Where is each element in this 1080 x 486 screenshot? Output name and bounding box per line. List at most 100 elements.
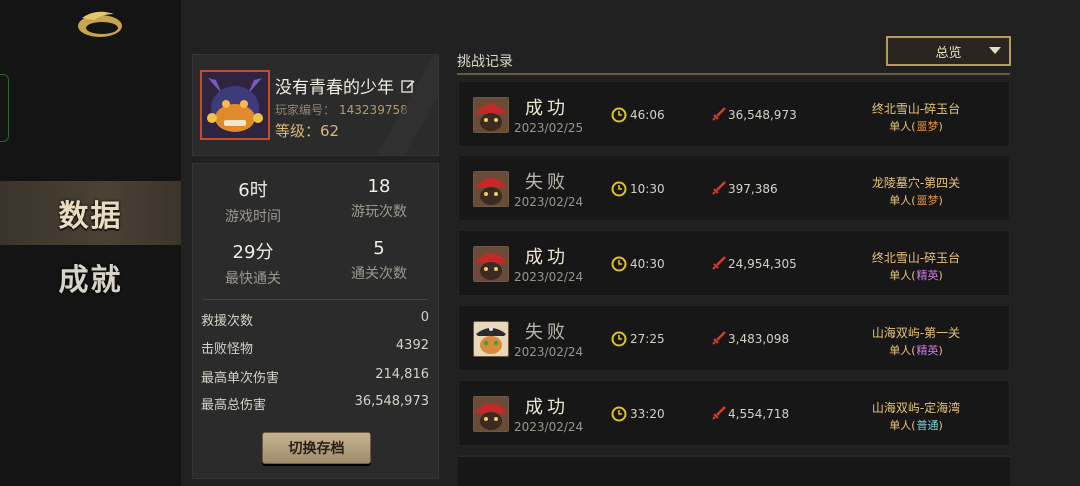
record-damage: 4,554,718: [728, 407, 790, 421]
stat-row-value: 0: [420, 310, 429, 325]
mode-label: 单人(: [889, 194, 916, 207]
record-row[interactable]: 失败 2023/02/24 27:25 3,483,098 山海双屿-第一关 单…: [458, 305, 1010, 371]
hero-portrait-icon: [474, 247, 508, 281]
mode-label: 单人(: [889, 269, 916, 282]
record-date: 2023/02/24: [514, 195, 584, 209]
record-time: 27:25: [630, 332, 665, 346]
record-row[interactable]: 成功 2023/02/24 33:20 4,554,718 山海双屿-定海湾 单…: [458, 380, 1010, 446]
hero-portrait-icon: [474, 172, 508, 206]
mode-label: 单人(: [889, 120, 916, 133]
clock-icon: [611, 256, 627, 272]
stat-row-label: 最高单次伤害: [201, 371, 280, 386]
record-date: 2023/02/24: [514, 420, 584, 434]
record-time: 40:30: [630, 257, 665, 271]
stat-label: 最快通关: [225, 271, 281, 287]
player-name: 没有青春的少年: [275, 78, 394, 98]
stat-play-count: 18 游玩次数: [319, 176, 439, 221]
record-mode: 单人(噩梦): [831, 118, 1001, 134]
record-time: 46:06: [630, 108, 665, 122]
divider: [203, 299, 428, 300]
sword-icon: [712, 256, 726, 270]
player-id: 玩家编号： 143239758: [275, 101, 408, 118]
record-mode: 单人(精英): [831, 267, 1001, 283]
side-drawer-handle[interactable]: [0, 74, 9, 142]
stat-fastest-clear: 29分 最快通关: [193, 238, 313, 288]
hero-portrait-icon: [474, 98, 508, 132]
difficulty-label: 普通: [916, 419, 939, 432]
record-date: 2023/02/25: [514, 121, 584, 135]
record-row[interactable]: 成功 2023/02/24 40:30 24,954,305 终北雪山-碎玉台 …: [458, 230, 1010, 296]
record-row[interactable]: 成功 2023/02/25 46:06 36,548,973 终北雪山-碎玉台 …: [458, 81, 1010, 147]
stat-row-rescues: 救援次数 0: [201, 310, 429, 329]
mode-label: 单人(: [889, 344, 916, 357]
record-row[interactable]: 失败 2023/02/24 10:30 397,386 龙陵墓穴-第四关 单人(…: [458, 155, 1010, 221]
record-mode: 单人(普通): [831, 417, 1001, 433]
hero-avatar: [473, 246, 509, 282]
record-stage: 终北雪山-碎玉台: [871, 102, 961, 116]
record-time: 33:20: [630, 407, 665, 421]
stat-row-label: 击败怪物: [201, 342, 254, 357]
records-title: 挑战记录: [457, 54, 513, 70]
stat-clear-count: 5 通关次数: [319, 238, 439, 283]
nav-tab-data[interactable]: 数据: [0, 181, 181, 245]
stat-value: 6时: [238, 180, 268, 201]
record-row-partial[interactable]: [458, 455, 1010, 486]
hero-portrait-icon: [474, 322, 508, 356]
sword-icon: [712, 331, 726, 345]
difficulty-label: 精英: [916, 344, 939, 357]
edit-name-icon[interactable]: [401, 79, 415, 93]
sword-icon: [712, 107, 726, 121]
switch-save-button[interactable]: 切换存档: [262, 432, 371, 464]
left-nav: 数据 成就: [0, 0, 181, 486]
hero-avatar: [473, 171, 509, 207]
mode-close: ): [938, 344, 943, 357]
player-avatar[interactable]: [200, 70, 270, 140]
filter-selected: 总览: [935, 45, 962, 61]
stats-card: 6时 游戏时间 18 游玩次数 29分 最快通关 5 通关次数 救援次数 0 击…: [192, 163, 439, 479]
record-stage: 龙陵墓穴-第四关: [871, 176, 961, 190]
hero-avatar: [473, 396, 509, 432]
game-data-screen: 数据 成就 没有青春的少年 玩家编号： 143239758 等级：62 6时 游…: [0, 0, 1080, 486]
difficulty-label: 噩梦: [916, 194, 939, 207]
record-date: 2023/02/24: [514, 345, 584, 359]
monster-portrait-icon: [202, 72, 268, 138]
difficulty-label: 精英: [916, 269, 939, 282]
record-result: 失败: [525, 322, 569, 343]
records-divider: [457, 73, 1010, 75]
record-result: 成功: [525, 98, 569, 119]
mode-label: 单人(: [889, 419, 916, 432]
record-time: 10:30: [630, 182, 665, 196]
mode-close: ): [938, 120, 943, 133]
record-mode: 单人(精英): [831, 342, 1001, 358]
clock-icon: [611, 181, 627, 197]
stat-row-value: 4392: [395, 338, 429, 353]
stat-label: 通关次数: [351, 266, 407, 282]
stat-row-value: 214,816: [375, 367, 429, 382]
stat-row-label: 救援次数: [201, 314, 254, 329]
record-damage: 397,386: [728, 182, 778, 196]
mode-close: ): [938, 419, 943, 432]
stat-row-max-hit: 最高单次伤害 214,816: [201, 367, 429, 386]
stat-label: 游戏时间: [225, 209, 281, 225]
nav-tab-achievements[interactable]: 成就: [0, 245, 181, 309]
player-level: 等级：62: [275, 122, 340, 140]
stat-value: 29分: [232, 242, 274, 263]
profile-card: 没有青春的少年 玩家编号： 143239758 等级：62: [192, 54, 439, 156]
record-stage: 终北雪山-碎玉台: [871, 251, 961, 265]
clock-icon: [611, 331, 627, 347]
records-filter-dropdown[interactable]: 总览: [886, 36, 1011, 66]
player-id-value: 143239758: [339, 103, 408, 117]
mode-close: ): [938, 269, 943, 282]
record-mode: 单人(噩梦): [831, 192, 1001, 208]
record-result: 失败: [525, 172, 569, 193]
sword-icon: [712, 406, 726, 420]
mode-close: ): [938, 194, 943, 207]
record-damage: 24,954,305: [728, 257, 797, 271]
hero-portrait-icon: [474, 397, 508, 431]
record-damage: 3,483,098: [728, 332, 790, 346]
sword-icon: [712, 181, 726, 195]
record-damage: 36,548,973: [728, 108, 797, 122]
hero-avatar: [473, 97, 509, 133]
game-logo-icon: [78, 11, 122, 37]
clock-icon: [611, 107, 627, 123]
